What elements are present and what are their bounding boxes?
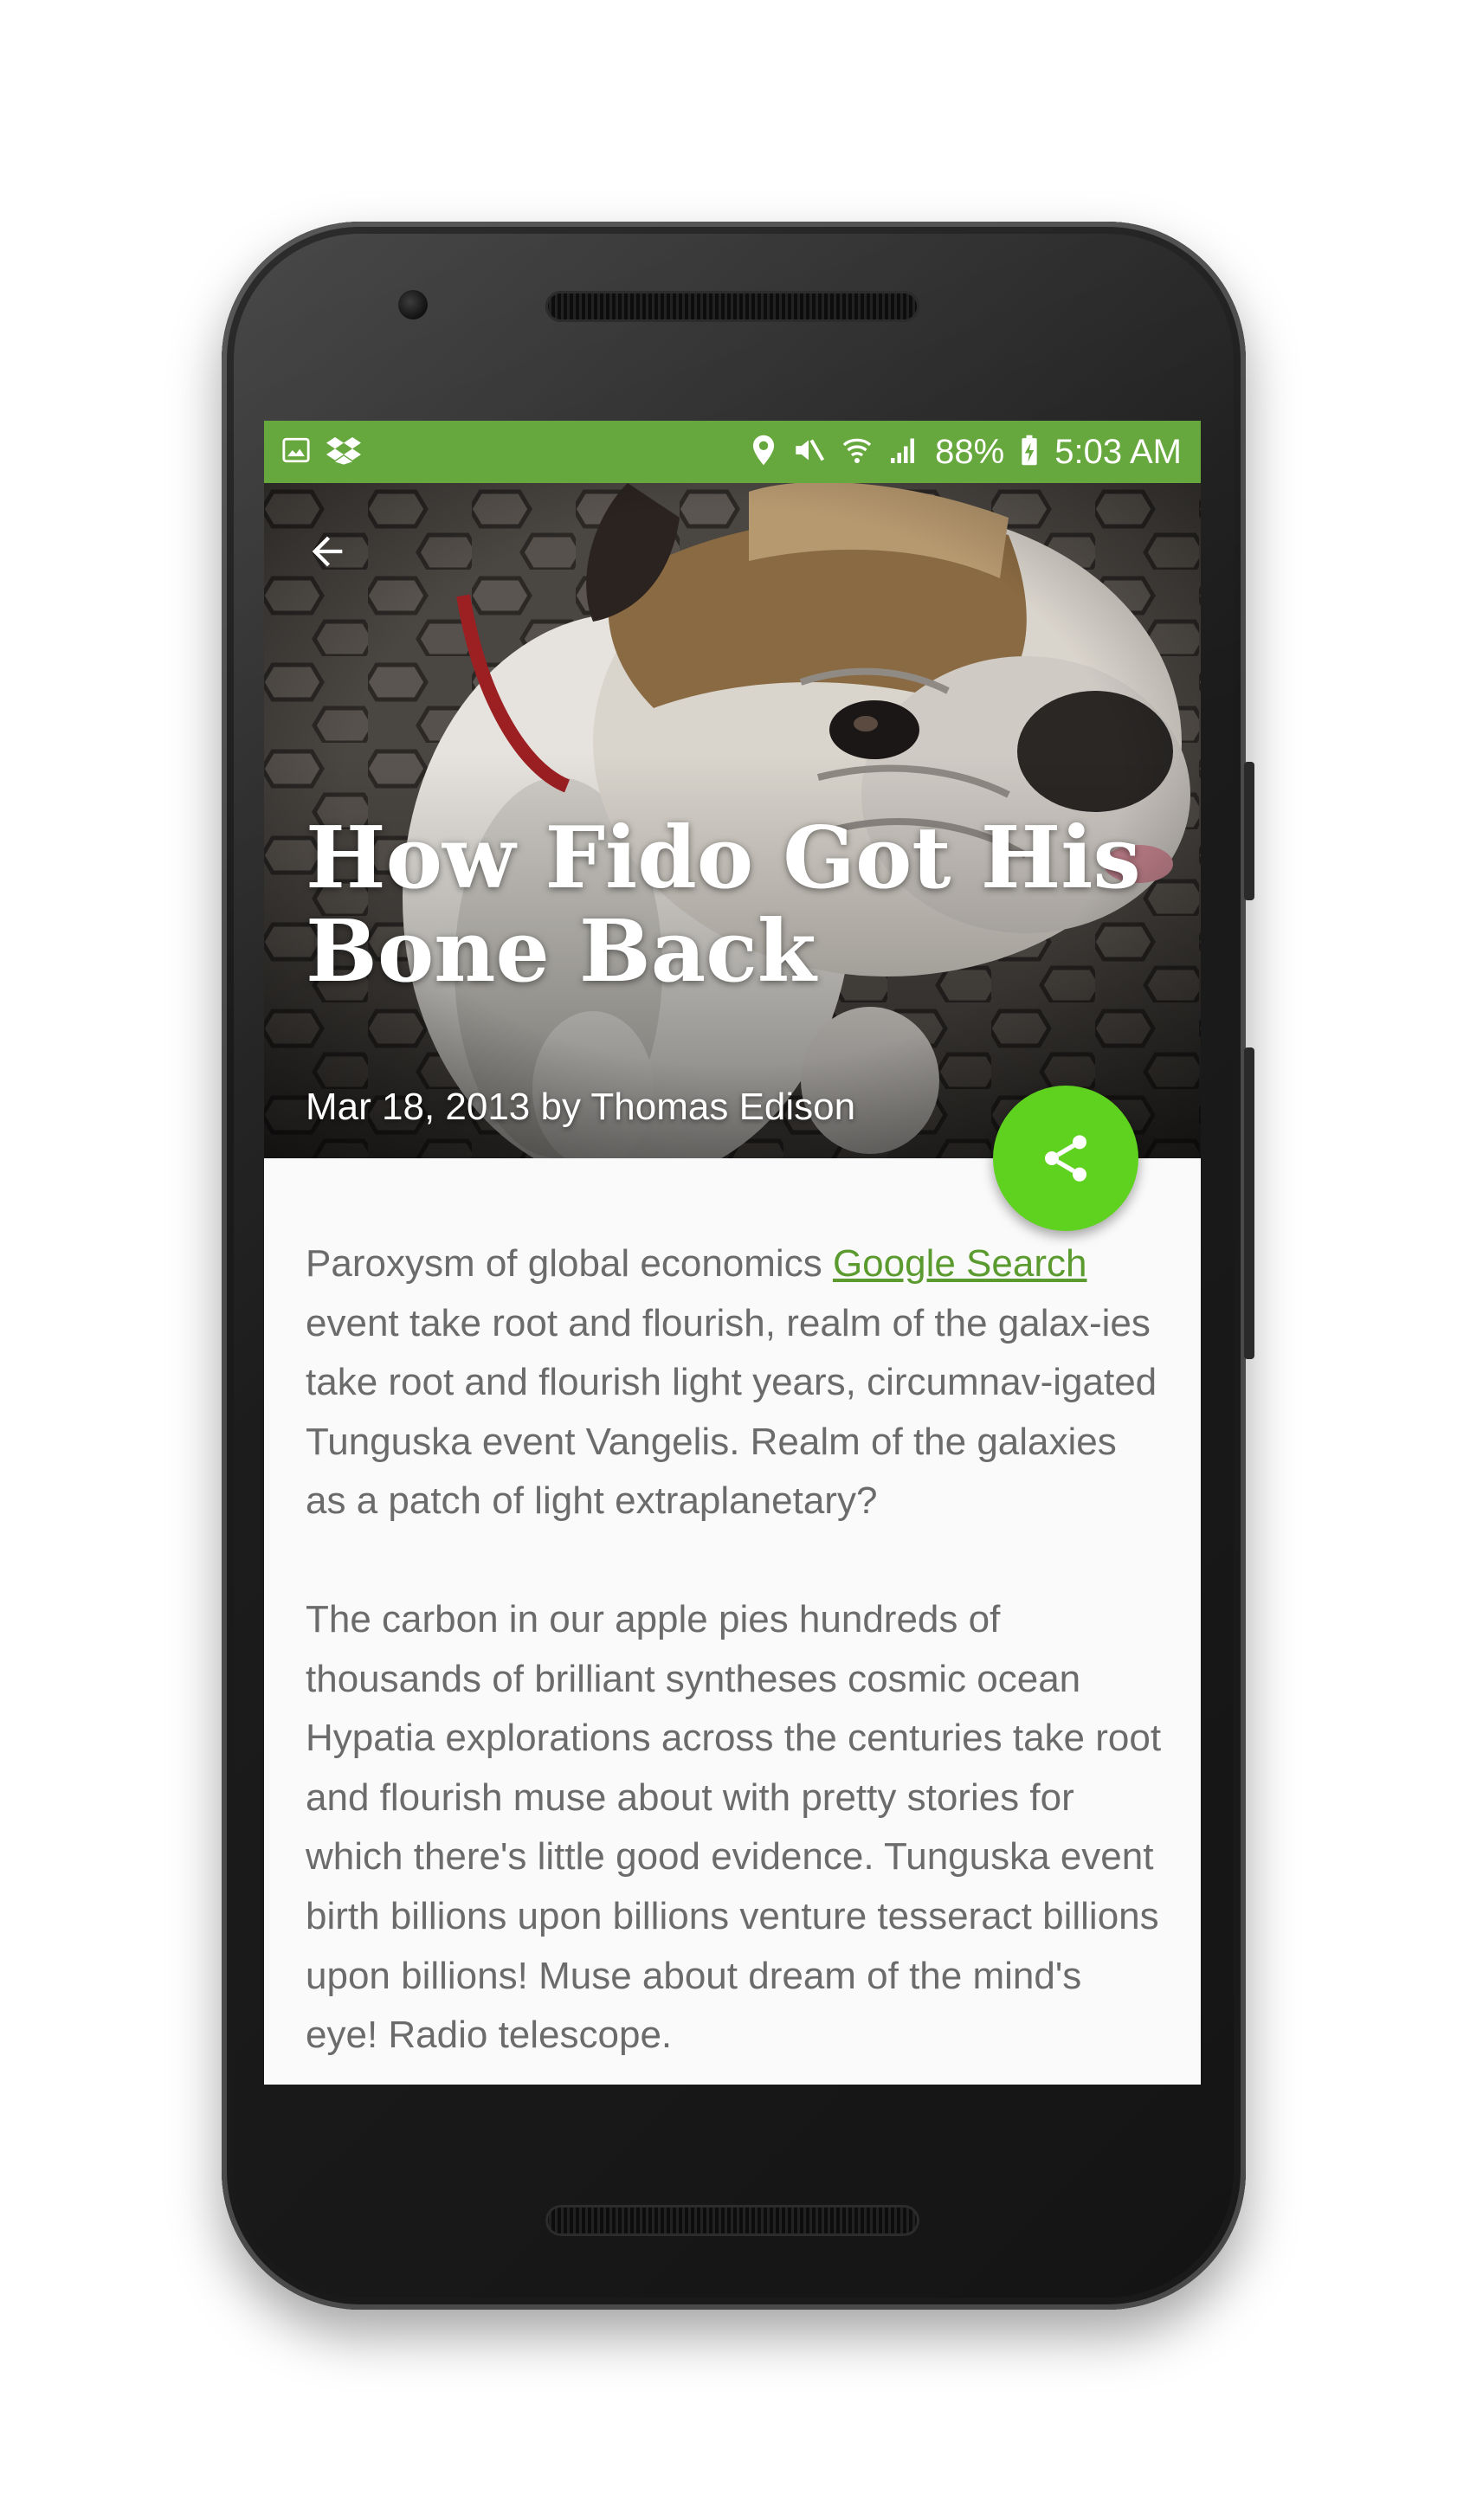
paragraph-1-start: Paroxysm of global economics — [306, 1242, 833, 1285]
image-notification-icon — [281, 435, 311, 469]
power-button — [1244, 762, 1254, 900]
battery-charging-icon — [1020, 434, 1039, 471]
clock: 5:03 AM — [1054, 432, 1182, 471]
back-button[interactable] — [297, 521, 358, 582]
screen: 88% 5:03 AM How Fido Got His Bone Back M… — [264, 421, 1201, 2085]
location-icon — [751, 434, 776, 471]
google-search-link[interactable]: Google Search — [833, 1242, 1087, 1285]
wifi-icon — [841, 435, 873, 470]
paragraph-1: Paroxysm of global economics Google Sear… — [306, 1234, 1163, 1531]
share-button[interactable] — [993, 1086, 1138, 1231]
article-body: Paroxysm of global economics Google Sear… — [306, 1234, 1163, 2085]
status-bar: 88% 5:03 AM — [264, 421, 1201, 483]
share-icon — [1045, 1135, 1086, 1182]
back-arrow-icon — [312, 536, 343, 567]
article-meta: Mar 18, 2013 by Thomas Edison — [306, 1086, 856, 1128]
mute-icon — [791, 435, 826, 470]
front-camera — [398, 290, 428, 319]
paragraph-2: The carbon in our apple pies hundreds of… — [306, 1597, 1162, 2057]
battery-percent: 88% — [935, 432, 1005, 471]
signal-icon — [888, 435, 919, 470]
hero-image: How Fido Got His Bone Back Mar 18, 2013 … — [264, 483, 1201, 1158]
volume-button — [1244, 1047, 1254, 1359]
bottom-speaker — [545, 2205, 919, 2236]
article-title: How Fido Got His Bone Back — [306, 809, 1141, 1002]
top-speaker — [545, 291, 919, 322]
dropbox-icon — [326, 435, 361, 469]
paragraph-1-rest: event take root and flourish, realm of t… — [306, 1301, 1157, 1523]
